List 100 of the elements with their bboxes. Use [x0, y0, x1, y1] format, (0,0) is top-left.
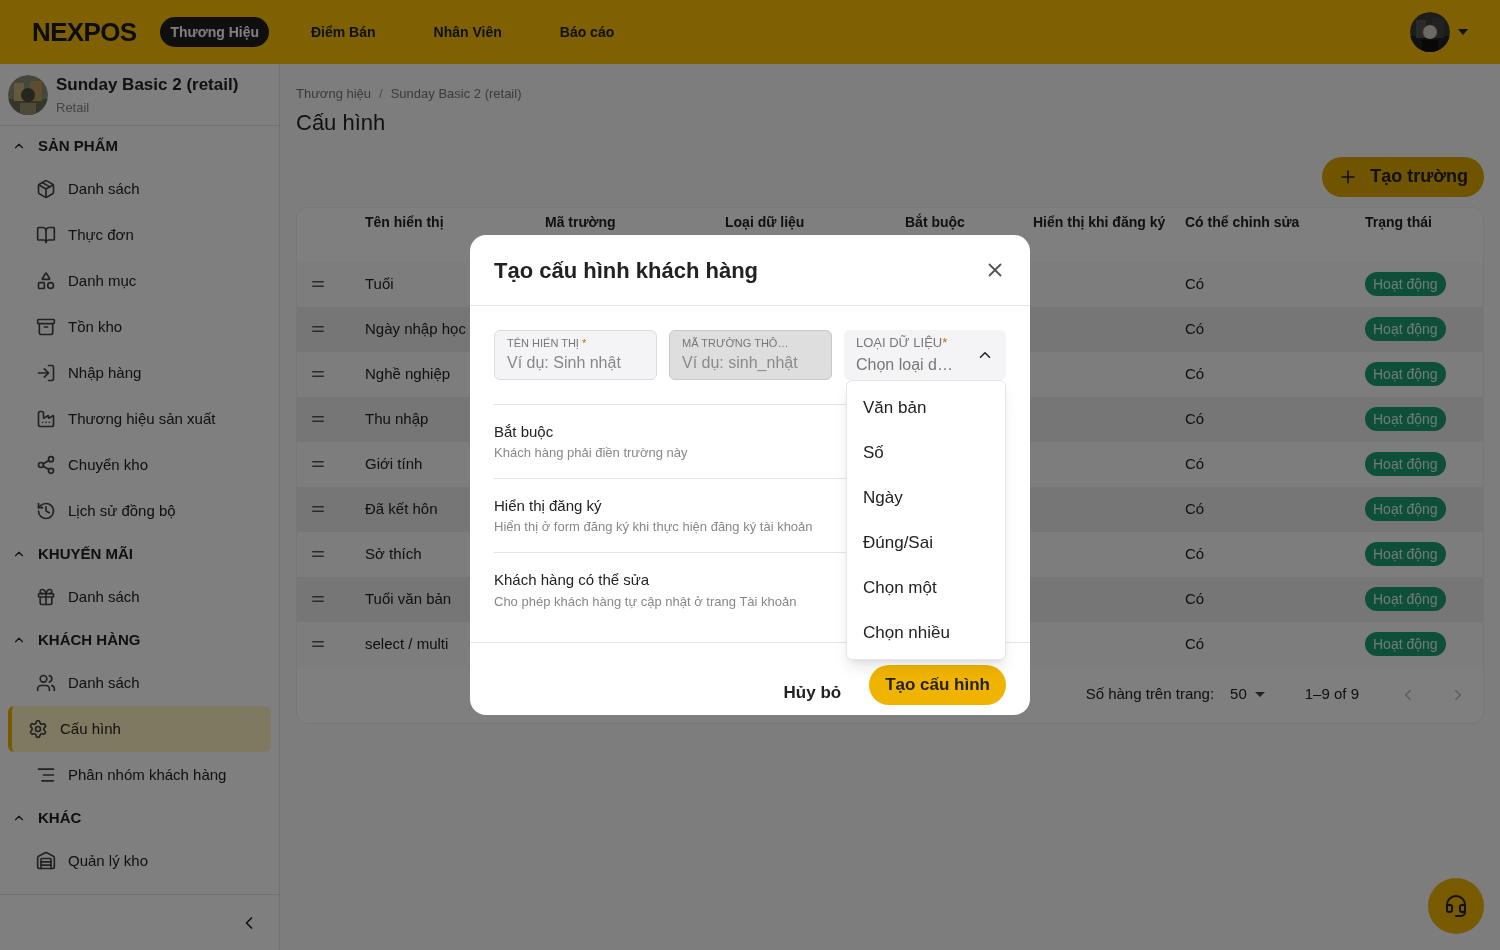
text-field[interactable]: TÊN HIỂN THỊ * Ví dụ: Sinh nhật: [494, 330, 657, 380]
dropdown-option[interactable]: Văn bản: [847, 385, 1005, 430]
column-header: Bắt buộc: [905, 212, 966, 232]
section-title: KHÁCH HÀNG: [38, 629, 141, 650]
setting-description: Hiển thị ở form đăng ký khi thực hiện đăng ký tài khoản: [494, 518, 813, 536]
field-input[interactable]: Ví dụ: Sinh nhật: [507, 351, 644, 376]
column-header: Có thể chỉnh sửa: [1185, 212, 1301, 232]
table-cell-text: Có: [1185, 588, 1205, 609]
column-header: Hiển thị khi đăng ký: [1033, 212, 1167, 232]
sidebar-label: Nhập hàng: [68, 362, 142, 383]
sidebar-label: Thương hiệu sản xuất: [68, 408, 216, 429]
nav-tab[interactable]: Điểm Bán: [301, 17, 386, 47]
sidebar-label: Danh mục: [68, 270, 137, 291]
dropdown-option[interactable]: Đúng/Sai: [847, 520, 1005, 565]
page-title: Cấu hình: [296, 108, 387, 137]
dropdown-option[interactable]: Số: [847, 430, 1005, 475]
sidebar-item[interactable]: Phân nhóm khách hàng: [20, 752, 271, 798]
sidebar-label: Danh sách: [68, 586, 140, 607]
table-cell-text: Đã kết hôn: [365, 498, 438, 519]
sidebar-item[interactable]: Chuyển kho: [20, 442, 271, 488]
table-cell-text: Có: [1185, 273, 1205, 294]
status-badge: Hoạt động: [1365, 317, 1446, 341]
section-title: KHÁC: [38, 807, 82, 828]
sidebar-item[interactable]: Nhập hàng: [20, 350, 271, 396]
logo: NEXPOS: [32, 15, 137, 49]
create-field-button[interactable]: Tạo trường: [1322, 156, 1484, 197]
sidebar-item[interactable]: Quản lý kho: [20, 838, 271, 884]
rows-per-page-select[interactable]: 50: [1230, 683, 1265, 706]
sidebar-item[interactable]: Thương hiệu sản xuất: [20, 396, 271, 442]
table-cell-text: select / multi: [365, 633, 449, 654]
sidebar-label: Tồn kho: [68, 316, 123, 337]
table-cell-text: Giới tính: [365, 453, 423, 474]
status-badge: Hoạt động: [1365, 632, 1446, 656]
brand-type: Retail: [56, 98, 91, 117]
sidebar-item[interactable]: Lịch sử đồng bộ: [20, 488, 271, 534]
users-icon: [36, 673, 56, 693]
nav-tab[interactable]: Thương Hiệu: [160, 17, 269, 47]
dropdown-option[interactable]: Ngày: [847, 475, 1005, 520]
archive-icon: [36, 317, 56, 337]
gift-icon: [36, 587, 56, 607]
setting-title: Hiển thị đăng ký: [494, 495, 602, 516]
table-cell-text: Ngày nhập học: [365, 318, 466, 339]
status-badge: Hoạt động: [1365, 272, 1446, 296]
sidebar-label: Phân nhóm khách hàng: [68, 764, 227, 785]
support-button[interactable]: [1428, 878, 1484, 934]
sidebar-label: Quản lý kho: [68, 850, 149, 871]
field-label: MÃ TRƯỜNG THÔ…: [682, 335, 789, 351]
setting-title: Khách hàng có thể sửa: [494, 570, 650, 590]
nav-tab[interactable]: Báo cáo: [549, 17, 625, 47]
table-cell-text: Tuổi: [365, 273, 394, 294]
section-title: KHUYẾN MÃI: [38, 543, 133, 564]
submit-button[interactable]: Tạo cấu hình: [869, 665, 1006, 705]
sidebar-label: Chuyển kho: [68, 454, 149, 475]
box-icon: [36, 179, 56, 199]
cancel-button[interactable]: Hủy bỏ: [783, 679, 842, 705]
shapes-icon: [36, 271, 56, 291]
sidebar-item[interactable]: Danh sách: [20, 574, 271, 620]
breadcrumb-link[interactable]: Thương hiệu: [296, 84, 372, 104]
table-cell-text: Tuổi văn bản: [365, 588, 452, 609]
status-badge: Hoạt động: [1365, 362, 1446, 386]
sidebar-item[interactable]: Thực đơn: [20, 212, 271, 258]
dropdown-option[interactable]: Chọn nhiều: [847, 610, 1005, 655]
breadcrumb-separator: /: [379, 85, 383, 103]
sidebar-label: Lịch sử đồng bộ: [68, 500, 176, 521]
table-cell-text: Sở thích: [365, 543, 422, 564]
caret-icon: [1254, 692, 1265, 697]
headset-icon: [1444, 894, 1468, 918]
status-badge: Hoạt động: [1365, 452, 1446, 476]
column-header: Loại dữ liệu: [725, 212, 806, 232]
setting-description: Cho phép khách hàng tự cập nhật ở trang Tài khoản: [494, 592, 797, 611]
data-type-select[interactable]: LOẠI DỮ LIỆU* Chọn loại d…: [844, 330, 1006, 380]
settings-icon: [28, 719, 48, 739]
sidebar-item[interactable]: Tồn kho: [20, 304, 271, 350]
warehouse-icon: [36, 851, 56, 871]
table-cell-text: Nghề nghiệp: [365, 363, 451, 384]
table-cell-text: Có: [1185, 453, 1205, 474]
import-icon: [36, 363, 56, 383]
sidebar-label: Danh sách: [68, 178, 140, 199]
table-cell-text: Có: [1185, 408, 1205, 429]
sidebar-item[interactable]: Danh sách: [20, 660, 271, 706]
setting-description: Khách hàng phải điền trường này: [494, 444, 688, 462]
nav-tab[interactable]: Nhân Viên: [423, 17, 512, 47]
table-cell-text: Có: [1185, 498, 1205, 519]
dropdown-option[interactable]: Chọn một: [847, 565, 1005, 610]
status-badge: Hoạt động: [1365, 587, 1446, 611]
sidebar-label: Thực đơn: [68, 224, 134, 245]
sidebar-label: Danh sách: [68, 672, 140, 693]
sidebar-item[interactable]: Danh mục: [20, 258, 271, 304]
sidebar-item[interactable]: Cấu hình: [8, 706, 271, 752]
share-icon: [36, 455, 56, 475]
column-header: Tên hiển thị: [365, 212, 445, 232]
table-cell-text: Có: [1185, 363, 1205, 384]
page-range: 1–9 of 9: [1304, 684, 1359, 705]
table-cell-text: Thu nhập: [365, 408, 429, 429]
table-cell-text: Có: [1185, 318, 1205, 339]
status-badge: Hoạt động: [1365, 542, 1446, 566]
caret-icon[interactable]: [1458, 29, 1468, 35]
sidebar-item[interactable]: Danh sách: [20, 166, 271, 212]
book-icon: [36, 225, 56, 245]
status-badge: Hoạt động: [1365, 407, 1446, 431]
